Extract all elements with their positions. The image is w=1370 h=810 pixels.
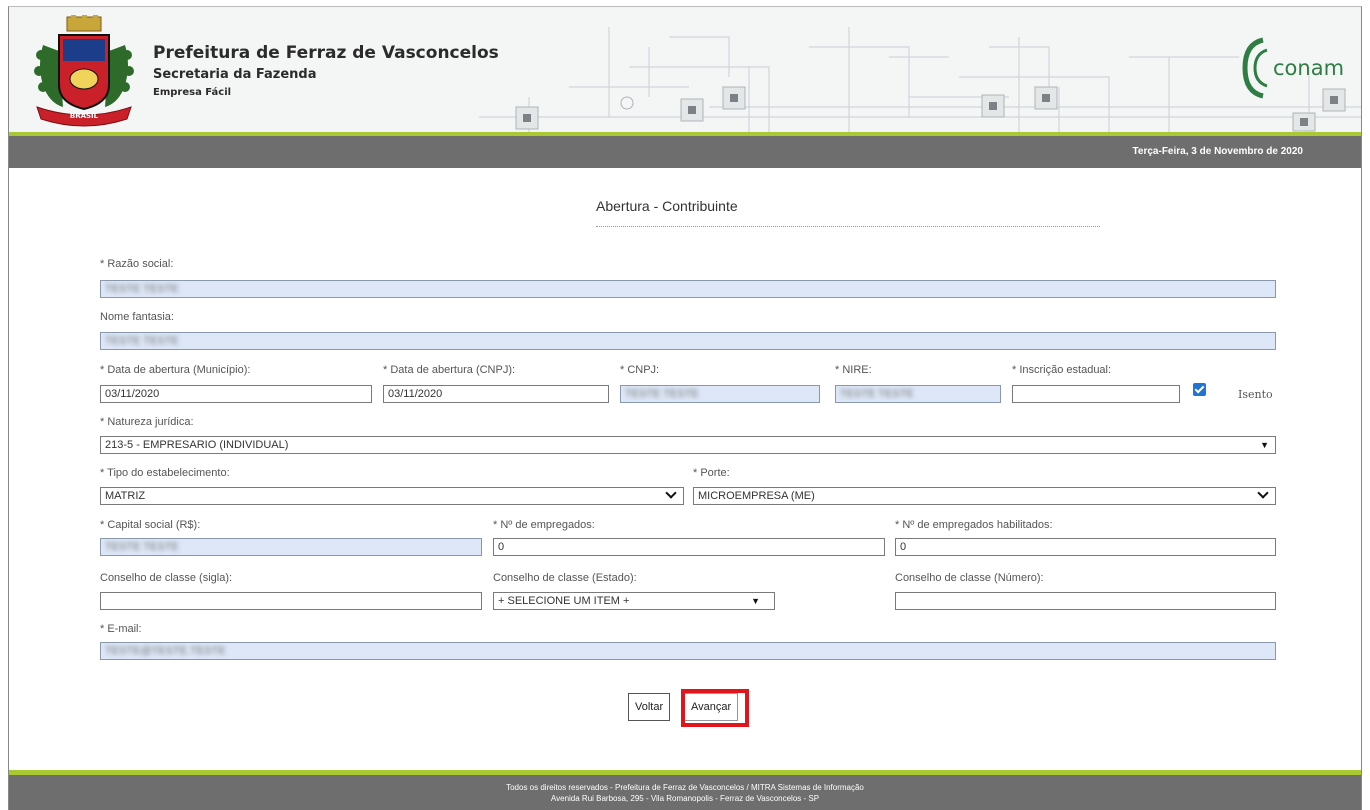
conam-logo-text: conam xyxy=(1273,56,1345,80)
num-empregados-value: 0 xyxy=(498,541,505,553)
cnpj-value: TESTE TESTE xyxy=(625,388,699,400)
nome-fantasia-field[interactable]: TESTE TESTE xyxy=(100,332,1276,350)
nome-fantasia-label: Nome fantasia: xyxy=(100,311,174,323)
porte-value: MICROEMPRESA (ME) xyxy=(698,490,815,502)
city-crest-logo: BRASIL xyxy=(34,15,134,127)
natureza-juridica-select[interactable]: 213-5 - EMPRESARIO (INDIVIDUAL) ▼ xyxy=(100,436,1276,454)
capital-social-value: TESTE TESTE xyxy=(105,541,179,553)
conselho-estado-select[interactable]: + SELECIONE UM ITEM + ▼ xyxy=(493,592,775,610)
nire-value: TESTE TESTE xyxy=(840,388,914,400)
header-subtitle: Secretaria da Fazenda xyxy=(153,67,317,82)
email-label: * E-mail: xyxy=(100,623,142,635)
num-empregados-habilitados-value: 0 xyxy=(900,541,907,553)
tipo-estabelecimento-label: * Tipo do estabelecimento: xyxy=(100,467,230,479)
back-button[interactable]: Voltar xyxy=(628,693,671,721)
title-divider xyxy=(596,226,1100,227)
chevron-down-icon xyxy=(1257,488,1269,499)
current-date: Terça-Feira, 3 de Novembro de 2020 xyxy=(1132,146,1303,157)
num-empregados-habilitados-field[interactable]: 0 xyxy=(895,538,1276,556)
footer-copyright: Todos os direitos reservados - Prefeitur… xyxy=(506,783,864,792)
porte-select[interactable]: MICROEMPRESA (ME) xyxy=(693,487,1276,505)
isento-checkbox[interactable] xyxy=(1193,383,1206,396)
natureza-juridica-value: 213-5 - EMPRESARIO (INDIVIDUAL) xyxy=(105,439,289,451)
num-empregados-field[interactable]: 0 xyxy=(493,538,885,556)
conam-mark-icon xyxy=(1242,37,1268,99)
svg-text:BRASIL: BRASIL xyxy=(70,112,99,120)
data-abertura-cnpj-value: 03/11/2020 xyxy=(388,388,443,400)
dropdown-arrow-icon: ▼ xyxy=(751,596,760,606)
data-abertura-cnpj-label: * Data de abertura (CNPJ): xyxy=(383,364,516,376)
footer: Todos os direitos reservados - Prefeitur… xyxy=(9,775,1361,810)
header-title: Prefeitura de Ferraz de Vasconcelos xyxy=(153,43,499,63)
page-title: Abertura - Contribuinte xyxy=(596,198,738,214)
header-banner: BRASIL Prefeitura de Ferraz de Vasconcel… xyxy=(9,7,1361,133)
capital-social-field[interactable]: TESTE TESTE xyxy=(100,538,482,556)
email-value: TESTE@TESTE.TESTE xyxy=(105,645,226,657)
conselho-numero-label: Conselho de classe (Número): xyxy=(895,572,1044,584)
conselho-numero-field[interactable] xyxy=(895,592,1276,610)
tipo-estabelecimento-select[interactable]: MATRIZ xyxy=(100,487,684,505)
num-empregados-label: * Nº de empregados: xyxy=(493,519,595,531)
razao-social-field[interactable]: TESTE TESTE xyxy=(100,280,1276,298)
capital-social-label: * Capital social (R$): xyxy=(100,519,201,531)
isento-label: Isento xyxy=(1238,388,1273,401)
conselho-estado-value: + SELECIONE UM ITEM + xyxy=(498,595,630,607)
cnpj-field[interactable]: TESTE TESTE xyxy=(620,385,820,403)
natureza-juridica-label: * Natureza jurídica: xyxy=(100,416,194,428)
inscricao-estadual-field[interactable] xyxy=(1012,385,1180,403)
conselho-sigla-field[interactable] xyxy=(100,592,482,610)
next-button-highlight xyxy=(681,689,749,727)
nire-label: * NIRE: xyxy=(835,364,872,376)
header-titles: Prefeitura de Ferraz de Vasconcelos Secr… xyxy=(153,43,499,98)
tipo-estabelecimento-value: MATRIZ xyxy=(105,490,146,502)
num-empregados-habilitados-label: * Nº de empregados habilitados: xyxy=(895,519,1053,531)
conselho-estado-label: Conselho de classe (Estado): xyxy=(493,572,637,584)
data-abertura-municipio-value: 03/11/2020 xyxy=(105,388,160,400)
conam-logo: conam xyxy=(1241,35,1344,101)
footer-address: Avenida Rui Barbosa, 295 - Vila Romanopo… xyxy=(550,794,820,803)
header-module: Empresa Fácil xyxy=(153,87,232,98)
porte-label: * Porte: xyxy=(693,467,730,479)
date-bar: Terça-Feira, 3 de Novembro de 2020 xyxy=(9,136,1361,168)
razao-social-value: TESTE TESTE xyxy=(105,283,179,295)
data-abertura-cnpj-field[interactable]: 03/11/2020 xyxy=(383,385,609,403)
nome-fantasia-value: TESTE TESTE xyxy=(105,335,179,347)
chevron-down-icon xyxy=(665,488,677,499)
data-abertura-municipio-label: * Data de abertura (Município): xyxy=(100,364,251,376)
dropdown-arrow-icon: ▼ xyxy=(1260,440,1269,450)
razao-social-label: * Razão social: xyxy=(100,258,174,270)
conselho-sigla-label: Conselho de classe (sigla): xyxy=(100,572,233,584)
data-abertura-municipio-field[interactable]: 03/11/2020 xyxy=(100,385,372,403)
email-field[interactable]: TESTE@TESTE.TESTE xyxy=(100,642,1276,660)
inscricao-estadual-label: * Inscrição estadual: xyxy=(1012,364,1112,376)
cnpj-label: * CNPJ: xyxy=(620,364,660,376)
nire-field[interactable]: TESTE TESTE xyxy=(835,385,1001,403)
